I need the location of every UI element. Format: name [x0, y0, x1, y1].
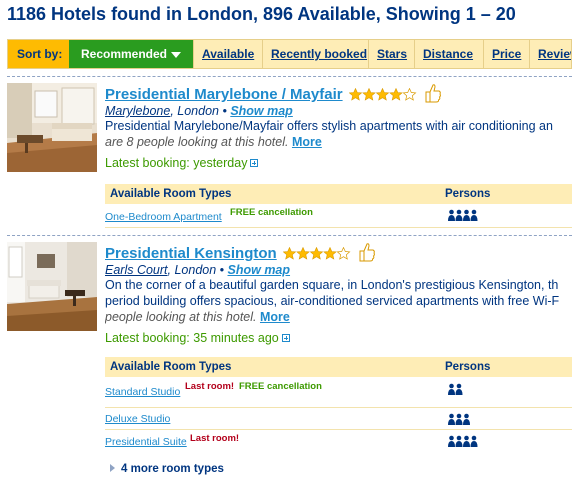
expand-plus-icon[interactable]	[281, 334, 290, 342]
hotel-location: Earls Court, London • Show map	[105, 263, 572, 277]
thumbs-up-icon	[358, 242, 376, 267]
room-row: Deluxe Studio	[105, 408, 572, 430]
room-row: One-Bedroom Apartment FREE cancellation	[105, 204, 572, 228]
persons-4-icon	[448, 208, 478, 226]
more-link[interactable]: More	[292, 135, 322, 149]
thumbs-up-icon	[424, 83, 442, 108]
persons-4-icon	[448, 434, 478, 452]
district-link[interactable]: Marylebone	[105, 104, 170, 118]
sort-by-label: Sort by:	[8, 40, 69, 68]
sort-tab-distance[interactable]: Distance	[414, 40, 481, 68]
last-room-badge: Last room!	[185, 381, 235, 392]
show-map-link[interactable]: Show map	[228, 263, 291, 277]
hotel-card: Presidential Kensington Earls Court, Lon…	[7, 242, 572, 467]
free-cancellation-badge: FREE cancellation	[230, 207, 313, 218]
hotel-location: Marylebone, London • Show map	[105, 104, 572, 118]
hotel-name-link[interactable]: Presidential Marylebone / Mayfair	[105, 86, 343, 103]
hotel-photo[interactable]	[7, 83, 97, 172]
more-room-types-label: 4 more room types	[121, 463, 224, 475]
caret-down-icon	[171, 51, 182, 58]
free-cancellation-badge: FREE cancellation	[239, 381, 322, 392]
star-rating	[348, 87, 417, 106]
expand-plus-icon[interactable]	[250, 159, 259, 167]
hotel-description: Presidential Marylebone/Mayfair offers s…	[105, 119, 553, 133]
room-types-table: Available Room Types Persons One-Bedroom…	[105, 184, 572, 228]
hotel-card: Presidential Marylebone / Mayfair Maryle…	[7, 83, 572, 233]
sort-tab-stars[interactable]: Stars	[368, 40, 415, 68]
district-link[interactable]: Earls Court	[105, 263, 168, 277]
page-title: 1186 Hotels found in London, 896 Availab…	[7, 4, 516, 24]
last-room-badge: Last room!	[190, 433, 240, 444]
persons-header: Persons	[445, 188, 491, 200]
star-rating	[282, 246, 351, 265]
room-name-link[interactable]: Deluxe Studio	[105, 413, 170, 425]
hotel-name-link[interactable]: Presidential Kensington	[105, 245, 277, 262]
hotel-info: Presidential Kensington Earls Court, Lon…	[105, 242, 572, 345]
show-map-link[interactable]: Show map	[230, 104, 293, 118]
latest-booking: Latest booking: yesterday	[105, 156, 248, 170]
divider	[7, 76, 572, 77]
hotel-description-2: period building offers spacious, air-con…	[105, 294, 560, 308]
sort-tab-price[interactable]: Price	[483, 40, 529, 68]
room-row: Presidential Suite Last room!	[105, 430, 572, 456]
hotel-photo[interactable]	[7, 242, 97, 331]
sort-recommended-label: Recommended	[80, 47, 168, 61]
sort-tab-recently-booked[interactable]: Recently booked	[262, 40, 375, 68]
hotel-description: On the corner of a beautiful garden squa…	[105, 278, 559, 292]
sort-bar: Sort by: Recommended Available Recently …	[7, 39, 572, 69]
room-name-link[interactable]: Standard Studio	[105, 386, 180, 398]
more-link[interactable]: More	[260, 310, 290, 324]
divider	[7, 235, 572, 236]
room-types-header: Available Room Types	[110, 188, 232, 200]
sort-tab-review[interactable]: Review	[529, 40, 571, 68]
sort-recommended-button[interactable]: Recommended	[69, 40, 193, 68]
sort-tab-available[interactable]: Available	[193, 40, 262, 68]
room-row: Standard Studio Last room! FREE cancella…	[105, 377, 572, 408]
persons-header: Persons	[445, 361, 491, 373]
latest-booking: Latest booking: 35 minutes ago	[105, 331, 279, 345]
room-types-header: Available Room Types	[110, 361, 232, 373]
persons-3-icon	[448, 412, 471, 430]
looking-count: are 8 people looking at this hotel.	[105, 135, 289, 149]
hotel-info: Presidential Marylebone / Mayfair Maryle…	[105, 83, 572, 170]
triangle-right-icon	[110, 464, 115, 472]
room-types-table: Available Room Types Persons Standard St…	[105, 357, 572, 456]
city-text: , London •	[170, 104, 231, 118]
room-name-link[interactable]: Presidential Suite	[105, 436, 187, 448]
more-room-types-link[interactable]: 4 more room types	[110, 463, 224, 475]
persons-2-icon	[448, 382, 463, 400]
room-name-link[interactable]: One-Bedroom Apartment	[105, 211, 222, 223]
looking-count: people looking at this hotel.	[105, 310, 257, 324]
city-text: , London •	[167, 263, 228, 277]
